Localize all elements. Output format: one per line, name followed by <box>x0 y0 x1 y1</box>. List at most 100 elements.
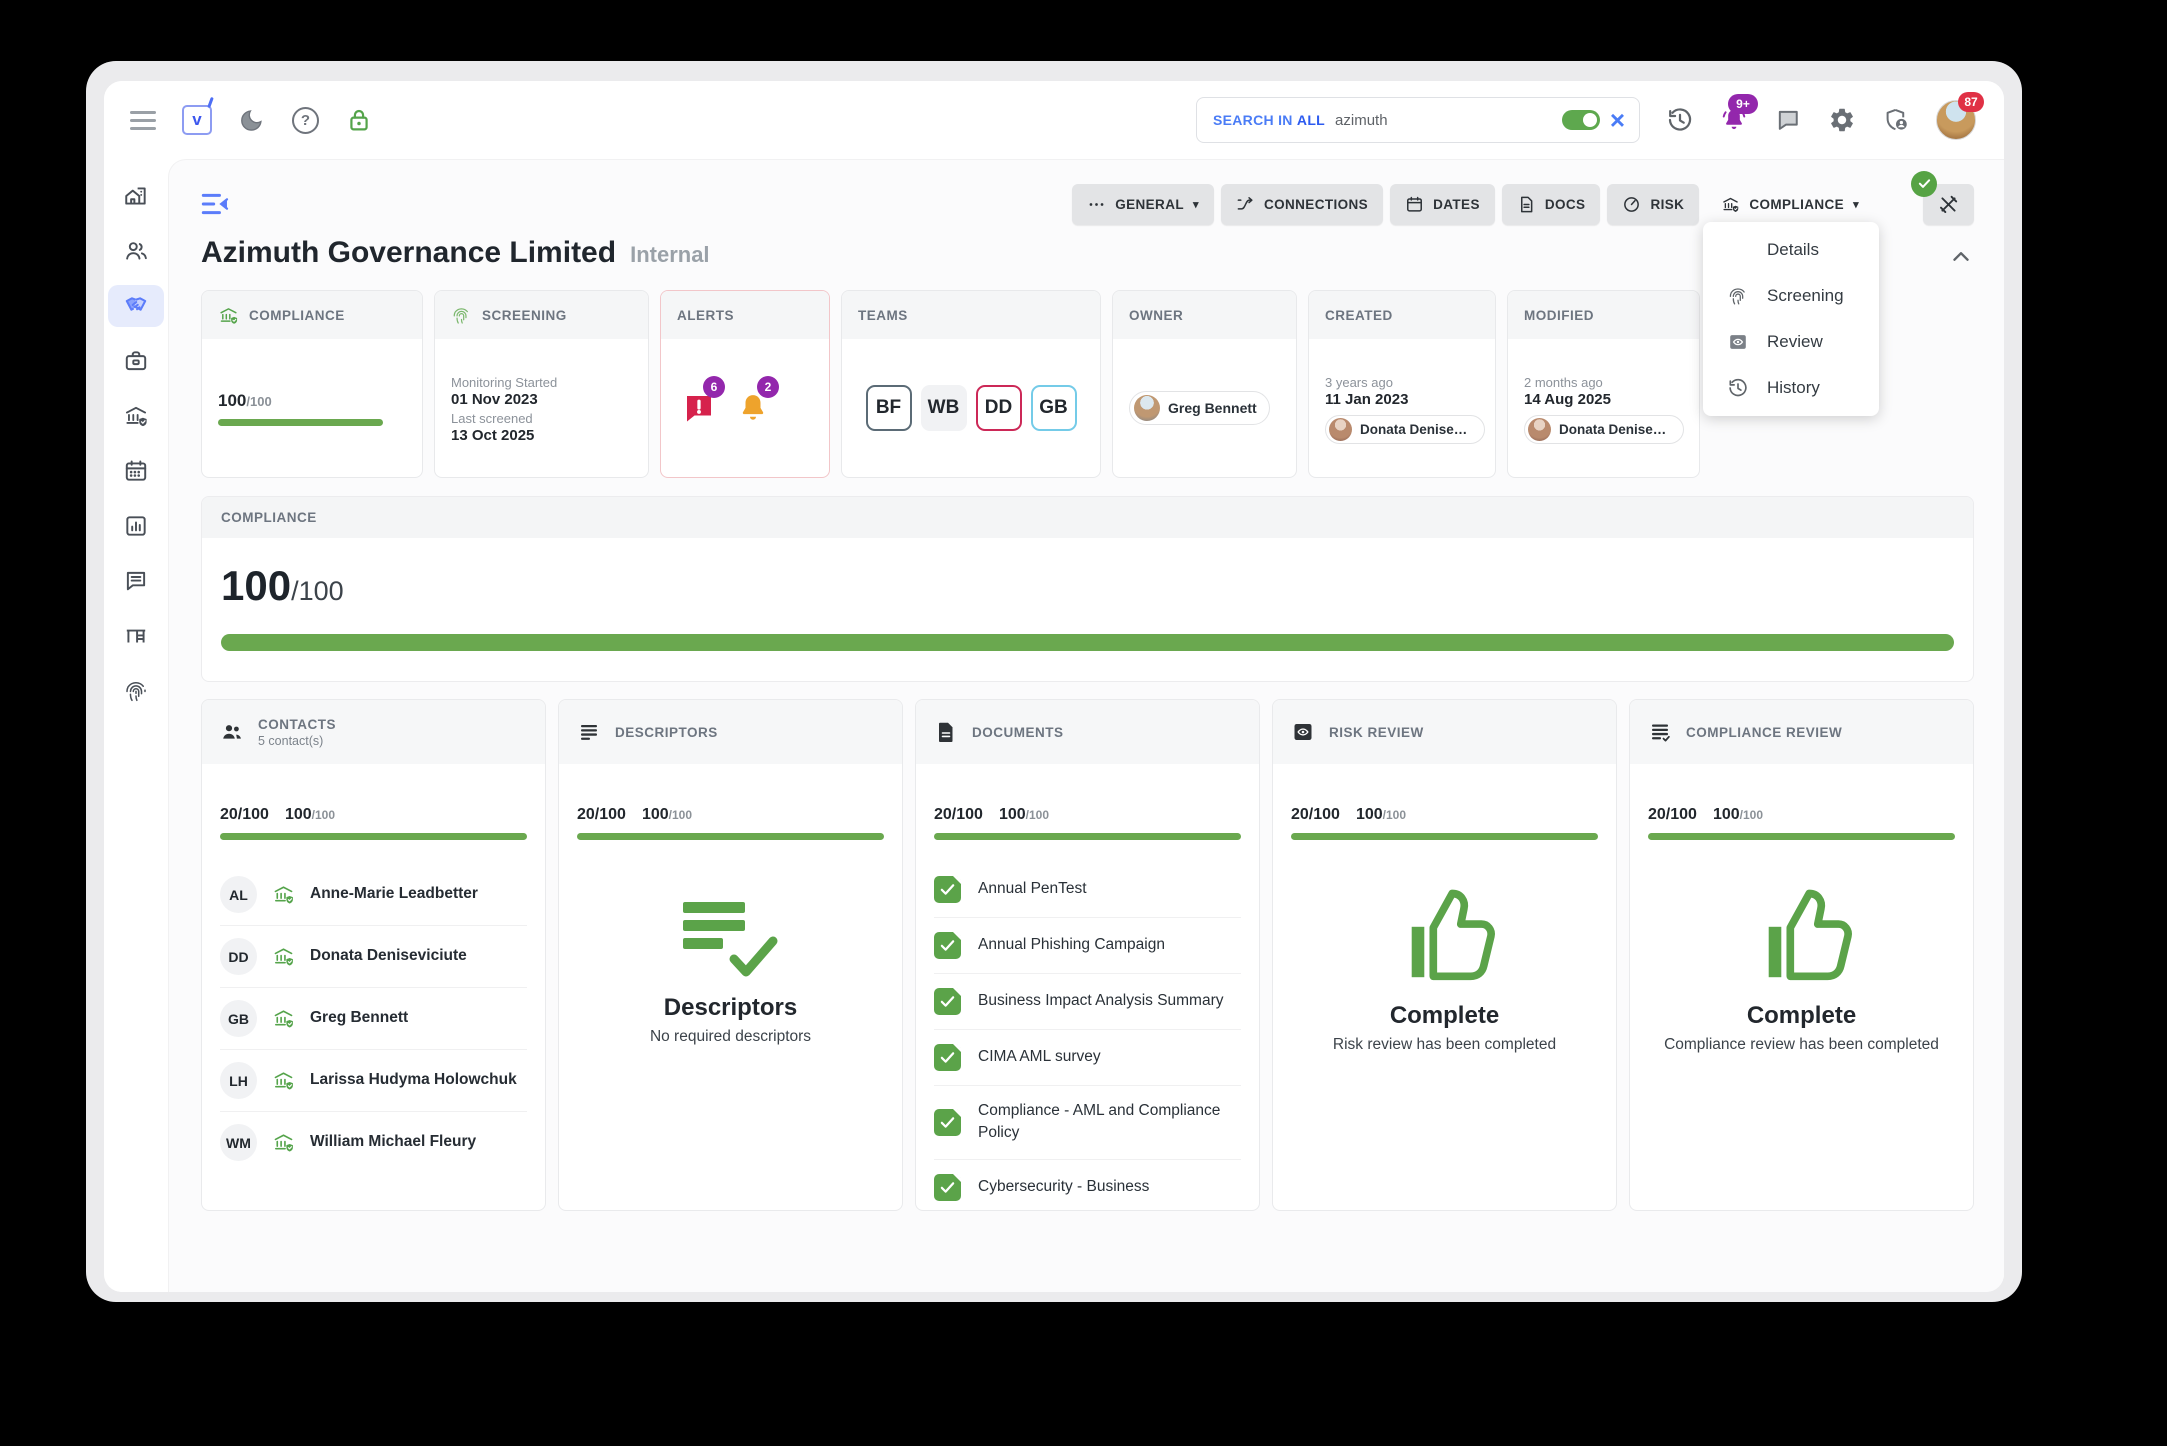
nav-bank-shield-icon[interactable] <box>108 395 164 437</box>
document-row[interactable]: Annual Phishing Campaign <box>934 918 1241 974</box>
contact-row[interactable]: LH Larissa Hudyma Holowchuk <box>220 1050 527 1112</box>
clear-search-icon[interactable]: × <box>1610 107 1625 133</box>
created-by-avatar <box>1329 418 1352 441</box>
document-row[interactable]: CIMA AML survey <box>934 1030 1241 1086</box>
tab-docs[interactable]: DOCS <box>1501 183 1601 225</box>
document-row[interactable]: Annual PenTest <box>934 862 1241 918</box>
thumbs-up-icon <box>1411 889 1495 981</box>
help-icon[interactable]: ? <box>292 106 319 134</box>
search-toggle[interactable] <box>1561 110 1600 130</box>
owner-avatar <box>1134 395 1160 421</box>
dark-mode-moon-icon[interactable] <box>238 106 266 134</box>
compliance-summary-card[interactable]: COMPLIANCE 100/100 <box>201 290 423 478</box>
nav-fingerprint-icon[interactable] <box>108 670 164 712</box>
history-icon <box>1727 377 1767 399</box>
tools-icon <box>1940 195 1958 213</box>
document-row[interactable]: Business Impact Analysis Summary <box>934 974 1241 1030</box>
document-row[interactable]: Compliance - AML and Compliance Policy <box>934 1086 1241 1160</box>
compliance-dropdown-menu: Details Screening Review History <box>1703 222 1879 416</box>
doc-check-icon <box>934 988 961 1015</box>
doc-check-icon <box>934 1044 961 1071</box>
page-title: Azimuth Governance Limited <box>201 236 617 269</box>
contact-row[interactable]: AL Anne-Marie Leadbetter <box>220 864 527 926</box>
menu-item-details[interactable]: Details <box>1703 227 1879 273</box>
alerts-summary-card[interactable]: ALERTS 6 2 <box>660 290 830 478</box>
nav-handshake-icon[interactable] <box>108 285 164 327</box>
team-chip[interactable]: WB <box>920 385 967 431</box>
tools-button[interactable] <box>1911 170 1974 225</box>
contact-row[interactable]: WM William Michael Fleury <box>220 1112 527 1173</box>
contact-row[interactable]: DD Donata Deniseviciute <box>220 926 527 988</box>
progress-bar <box>218 418 384 426</box>
menu-item-review[interactable]: Review <box>1703 319 1879 365</box>
tab-dates[interactable]: DATES <box>1390 183 1495 225</box>
alert-message-icon[interactable]: 6 <box>681 376 725 426</box>
collapse-panel-icon[interactable] <box>201 191 231 217</box>
bank-shield-icon <box>274 1134 293 1152</box>
tab-compliance[interactable]: COMPLIANCE ▾ <box>1706 184 1874 225</box>
created-summary-card[interactable]: CREATED 3 years ago 11 Jan 2023 Donata D… <box>1308 290 1496 478</box>
notification-count-badge: 9+ <box>1728 94 1758 114</box>
notifications-bell-icon[interactable]: 9+ <box>1720 94 1758 134</box>
app-surface: v ? SEARCH IN ALL azimuth × 9+ 87 GENERA… <box>104 81 2004 1292</box>
panel-header: COMPLIANCE REVIEW <box>1630 700 1973 764</box>
risk-review-progress: 20/100 100/100 <box>1291 806 1598 840</box>
menu-item-history[interactable]: History <box>1703 365 1879 411</box>
alert-count-badge: 6 <box>703 376 725 398</box>
teams-summary-card[interactable]: TEAMS BF WB DD GB <box>841 290 1101 478</box>
document-row[interactable]: Cybersecurity - Business <box>934 1160 1241 1210</box>
fingerprint-icon <box>453 307 468 324</box>
owner-summary-card[interactable]: OWNER Greg Bennett <box>1112 290 1297 478</box>
tab-connections[interactable]: CONNECTIONS <box>1220 183 1384 225</box>
bank-shield-icon <box>220 307 238 324</box>
tab-general[interactable]: GENERAL ▾ <box>1072 183 1214 225</box>
nav-users-icon[interactable] <box>108 230 164 272</box>
contact-initials: LH <box>220 1062 257 1099</box>
compliance-section-header: COMPLIANCE <box>202 497 1973 538</box>
app-logo[interactable]: v <box>182 96 214 135</box>
contact-row[interactable]: GB Greg Bennett <box>220 988 527 1050</box>
card-header: OWNER <box>1113 291 1296 339</box>
nav-calendar-icon[interactable] <box>108 450 164 492</box>
tab-risk[interactable]: RISK <box>1607 183 1700 225</box>
hamburger-menu-icon[interactable] <box>130 110 156 130</box>
nav-briefcase-icon[interactable] <box>108 340 164 382</box>
user-avatar[interactable]: 87 <box>1936 92 1984 140</box>
doc-check-icon <box>934 1173 961 1201</box>
nav-desk-icon[interactable] <box>108 615 164 657</box>
created-by-pill[interactable]: Donata Denisev… <box>1325 415 1485 444</box>
descriptors-icon <box>581 725 597 740</box>
nav-bar-chart-icon[interactable] <box>108 505 164 547</box>
modified-summary-card[interactable]: MODIFIED 2 months ago 14 Aug 2025 Donata… <box>1507 290 1700 478</box>
global-search[interactable]: SEARCH IN ALL × <box>1196 97 1640 143</box>
monitoring-started-label: Monitoring Started <box>451 375 558 390</box>
menu-item-screening[interactable]: Screening <box>1703 273 1879 319</box>
descriptors-heading: Descriptors <box>663 994 798 1021</box>
alert-bell-icon[interactable]: 2 <box>735 376 779 426</box>
risk-review-panel: RISK REVIEW 20/100 100/100 Complete Risk… <box>1272 699 1617 1211</box>
modified-by-pill[interactable]: Donata Denisev… <box>1524 415 1684 444</box>
bank-shield-icon <box>274 1072 293 1090</box>
admin-shield-icon[interactable] <box>1882 106 1910 134</box>
avatar-count-badge: 87 <box>1958 92 1984 112</box>
chevron-up-icon[interactable] <box>1948 244 1974 270</box>
card-header: MODIFIED <box>1508 291 1699 339</box>
compliance-progress-bar <box>221 634 1954 651</box>
lock-icon[interactable] <box>345 106 373 134</box>
screening-summary-card[interactable]: SCREENING Monitoring Started 01 Nov 2023… <box>434 290 649 478</box>
team-chip[interactable]: GB <box>1030 385 1077 431</box>
bank-shield-icon <box>274 1010 293 1028</box>
nav-building-home-icon[interactable] <box>108 175 164 217</box>
settings-gear-icon[interactable] <box>1828 106 1856 134</box>
score-value: 100 <box>218 390 247 410</box>
descriptors-progress: 20/100 100/100 <box>577 806 884 840</box>
history-icon[interactable] <box>1666 106 1694 134</box>
owner-pill[interactable]: Greg Bennett <box>1129 391 1270 425</box>
bell-count-badge: 2 <box>757 376 779 398</box>
messages-icon[interactable] <box>1774 106 1802 134</box>
nav-comments-icon[interactable] <box>108 560 164 602</box>
toolbar: GENERAL ▾ CONNECTIONS DATES DOCS RISK CO… <box>201 170 1974 228</box>
team-chip[interactable]: BF <box>865 385 912 431</box>
team-chip[interactable]: DD <box>975 385 1022 431</box>
search-input[interactable] <box>1335 111 1552 129</box>
